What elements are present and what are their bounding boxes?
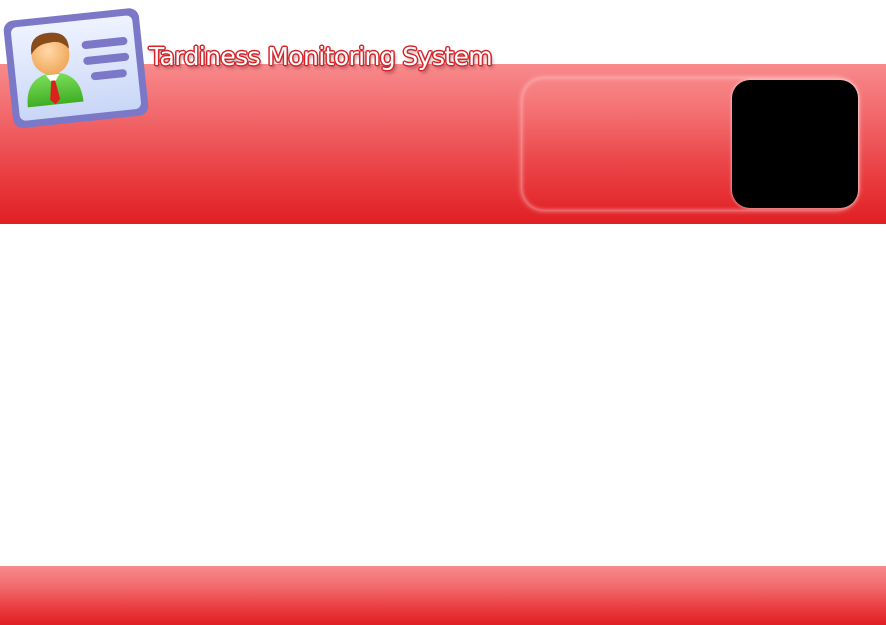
footer-banner [0, 566, 886, 625]
profile-photo-box [732, 80, 858, 208]
app-title: Tardiness Monitoring System [149, 42, 493, 71]
main-content-area [0, 224, 886, 566]
app-window: Tardiness Monitoring System [0, 0, 886, 625]
user-id-card-icon [3, 8, 149, 128]
